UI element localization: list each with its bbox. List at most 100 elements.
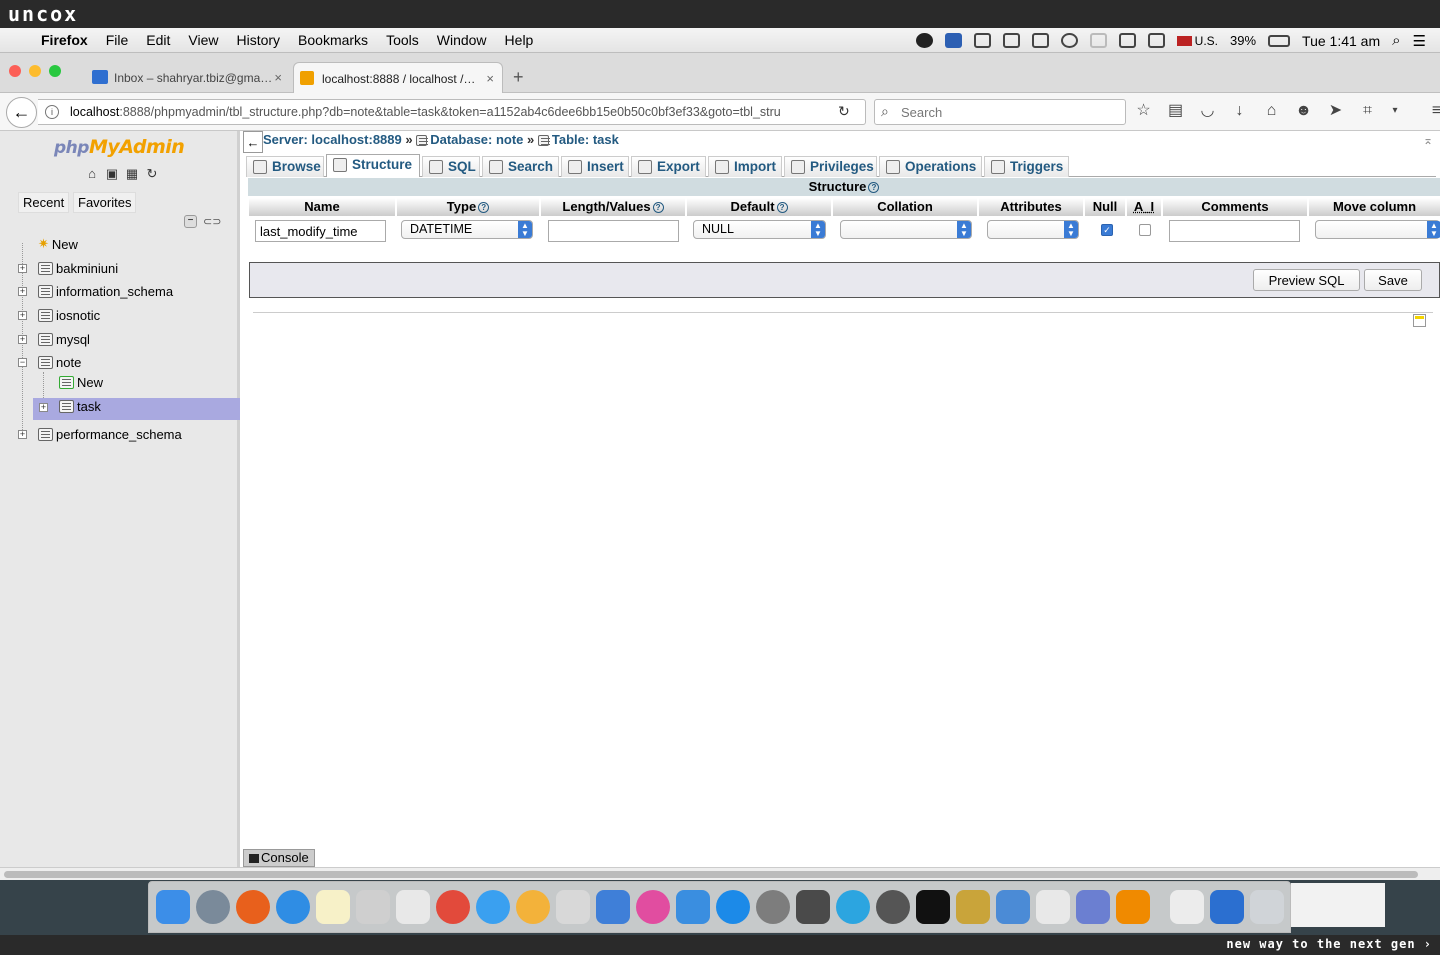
textedit-icon[interactable] bbox=[556, 890, 590, 924]
tab-privileges[interactable]: Privileges bbox=[784, 156, 877, 177]
launchpad-icon[interactable] bbox=[196, 890, 230, 924]
tab-triggers[interactable]: Triggers bbox=[984, 156, 1069, 177]
reload-navigation-icon[interactable]: ↻ bbox=[145, 167, 159, 181]
tree-db-iosnotic[interactable]: iosnotic bbox=[38, 305, 100, 325]
mkv-file-icon[interactable] bbox=[1170, 890, 1204, 924]
menu-file[interactable]: File bbox=[106, 32, 129, 48]
close-window-icon[interactable] bbox=[9, 65, 21, 77]
tree-db-bakminiuni[interactable]: bakminiuni bbox=[38, 258, 118, 278]
tab-insert[interactable]: Insert bbox=[561, 156, 629, 177]
notes-icon[interactable] bbox=[316, 890, 350, 924]
home-icon[interactable]: ⌂ bbox=[85, 167, 99, 181]
query-window-icon[interactable]: ▦ bbox=[125, 167, 139, 181]
breadcrumb-server[interactable]: Server: localhost:8889 bbox=[263, 132, 402, 147]
sublime-text-icon[interactable] bbox=[796, 890, 830, 924]
app-menu[interactable]: Firefox bbox=[41, 32, 88, 48]
battery-percent[interactable]: 39% bbox=[1230, 33, 1256, 48]
tab-sql[interactable]: SQL bbox=[422, 156, 480, 177]
preview-icon[interactable] bbox=[356, 890, 390, 924]
menu-history[interactable]: History bbox=[236, 32, 280, 48]
xcode-icon[interactable] bbox=[676, 890, 710, 924]
java-app-icon[interactable] bbox=[1036, 890, 1070, 924]
collation-select[interactable]: ▲ ▼ bbox=[840, 220, 972, 239]
tab-search[interactable]: Search bbox=[482, 156, 559, 177]
collapse-all-icon[interactable]: − bbox=[184, 215, 197, 228]
terminal-icon[interactable] bbox=[916, 890, 950, 924]
column-name-input[interactable]: last_modify_time bbox=[255, 220, 386, 242]
expand-icon[interactable]: + bbox=[18, 335, 27, 344]
breadcrumb-table[interactable]: Table: task bbox=[552, 132, 619, 147]
vlc-icon[interactable] bbox=[1116, 890, 1150, 924]
collapse-icon[interactable]: − bbox=[18, 358, 27, 367]
display-icon[interactable] bbox=[1002, 33, 1020, 48]
menu-tools[interactable]: Tools bbox=[386, 32, 419, 48]
volume-icon[interactable] bbox=[1147, 33, 1165, 48]
auto-increment-checkbox[interactable] bbox=[1139, 224, 1151, 236]
downloads-stack-icon[interactable] bbox=[1210, 890, 1244, 924]
expand-icon[interactable]: + bbox=[18, 430, 27, 439]
zoom-window-icon[interactable] bbox=[49, 65, 61, 77]
messages-icon[interactable] bbox=[476, 890, 510, 924]
tab-import[interactable]: Import bbox=[708, 156, 782, 177]
expand-icon[interactable]: + bbox=[18, 287, 27, 296]
tab-structure[interactable]: Structure bbox=[326, 154, 420, 177]
minimize-window-icon[interactable] bbox=[29, 65, 41, 77]
hello-icon[interactable]: ☻ bbox=[1294, 102, 1313, 120]
help-icon[interactable]: ? bbox=[776, 202, 788, 214]
downloads-icon[interactable]: ↓ bbox=[1230, 102, 1249, 120]
move-column-select[interactable]: ▲ ▼ bbox=[1315, 220, 1440, 239]
tree-db-mysql[interactable]: mysql bbox=[38, 329, 90, 349]
tree-new-database[interactable]: ✷ New bbox=[38, 234, 78, 254]
spotlight-icon[interactable]: ⌕ bbox=[1392, 32, 1400, 49]
mamp-icon[interactable] bbox=[876, 890, 910, 924]
reading-list-icon[interactable]: ▤ bbox=[1166, 102, 1185, 120]
screenshot-icon[interactable]: ⌗ bbox=[1358, 102, 1377, 120]
attributes-select[interactable]: ▲ ▼ bbox=[987, 220, 1079, 239]
sticky-note-icon[interactable] bbox=[1413, 314, 1426, 327]
download-status-icon[interactable] bbox=[944, 33, 962, 48]
keyboard-status-icon[interactable] bbox=[1031, 33, 1049, 48]
expand-icon[interactable]: + bbox=[39, 403, 48, 412]
chrome-icon[interactable] bbox=[436, 890, 470, 924]
favorites-tab[interactable]: Favorites bbox=[73, 192, 137, 213]
tab-browse[interactable]: Browse bbox=[246, 156, 324, 177]
tab-export[interactable]: Export bbox=[631, 156, 706, 177]
system-preferences-icon[interactable] bbox=[756, 890, 790, 924]
tree-db-performance-schema[interactable]: performance_schema bbox=[38, 424, 182, 444]
network-utility-icon[interactable] bbox=[1076, 890, 1110, 924]
archive-utility-icon[interactable] bbox=[956, 890, 990, 924]
trash-icon[interactable] bbox=[1250, 890, 1284, 924]
comments-input[interactable] bbox=[1169, 220, 1300, 242]
home-icon[interactable]: ⌂ bbox=[1262, 102, 1281, 120]
menu-view[interactable]: View bbox=[188, 32, 218, 48]
app-store-icon[interactable] bbox=[716, 890, 750, 924]
search-input[interactable]: ⌕ Search bbox=[874, 99, 1126, 125]
scroll-top-icon[interactable]: ⌅ bbox=[1423, 133, 1433, 147]
url-bar[interactable]: i localhost:8888/phpmyadmin/tbl_structur… bbox=[38, 99, 866, 125]
close-tab-icon[interactable]: × bbox=[274, 70, 282, 85]
photos-icon[interactable] bbox=[516, 890, 550, 924]
xcode-project-icon[interactable] bbox=[996, 890, 1030, 924]
pocket-icon[interactable]: ◡ bbox=[1198, 102, 1217, 120]
logout-icon[interactable]: ▣ bbox=[105, 167, 119, 181]
notification-center-icon[interactable]: ☰ bbox=[1413, 32, 1426, 50]
chevron-down-icon[interactable]: ▾ bbox=[1390, 102, 1400, 120]
new-tab-icon[interactable]: + bbox=[513, 67, 524, 88]
clock[interactable]: Tue 1:41 am bbox=[1302, 33, 1380, 49]
help-icon[interactable]: ? bbox=[868, 182, 880, 194]
breadcrumb-database[interactable]: Database: note bbox=[430, 132, 523, 147]
phpmyadmin-logo[interactable]: phpMyAdmin bbox=[54, 136, 185, 158]
time-machine-icon[interactable] bbox=[1060, 33, 1078, 48]
collapse-navigation-icon[interactable]: ← bbox=[243, 131, 263, 153]
battery-icon[interactable] bbox=[1268, 34, 1291, 47]
safari-icon[interactable] bbox=[276, 890, 310, 924]
help-icon[interactable]: ? bbox=[478, 202, 490, 214]
keynote-icon[interactable] bbox=[596, 890, 630, 924]
telegram-status-icon[interactable] bbox=[915, 33, 933, 48]
column-type-select[interactable]: DATETIME ▲ ▼ bbox=[401, 220, 533, 239]
help-icon[interactable]: ? bbox=[652, 202, 664, 214]
link-with-main-icon[interactable]: ⊂⊃ bbox=[203, 215, 221, 228]
recent-tab[interactable]: Recent bbox=[18, 192, 70, 213]
menu-bookmarks[interactable]: Bookmarks bbox=[298, 32, 368, 48]
tree-db-information-schema[interactable]: information_schema bbox=[38, 281, 173, 301]
